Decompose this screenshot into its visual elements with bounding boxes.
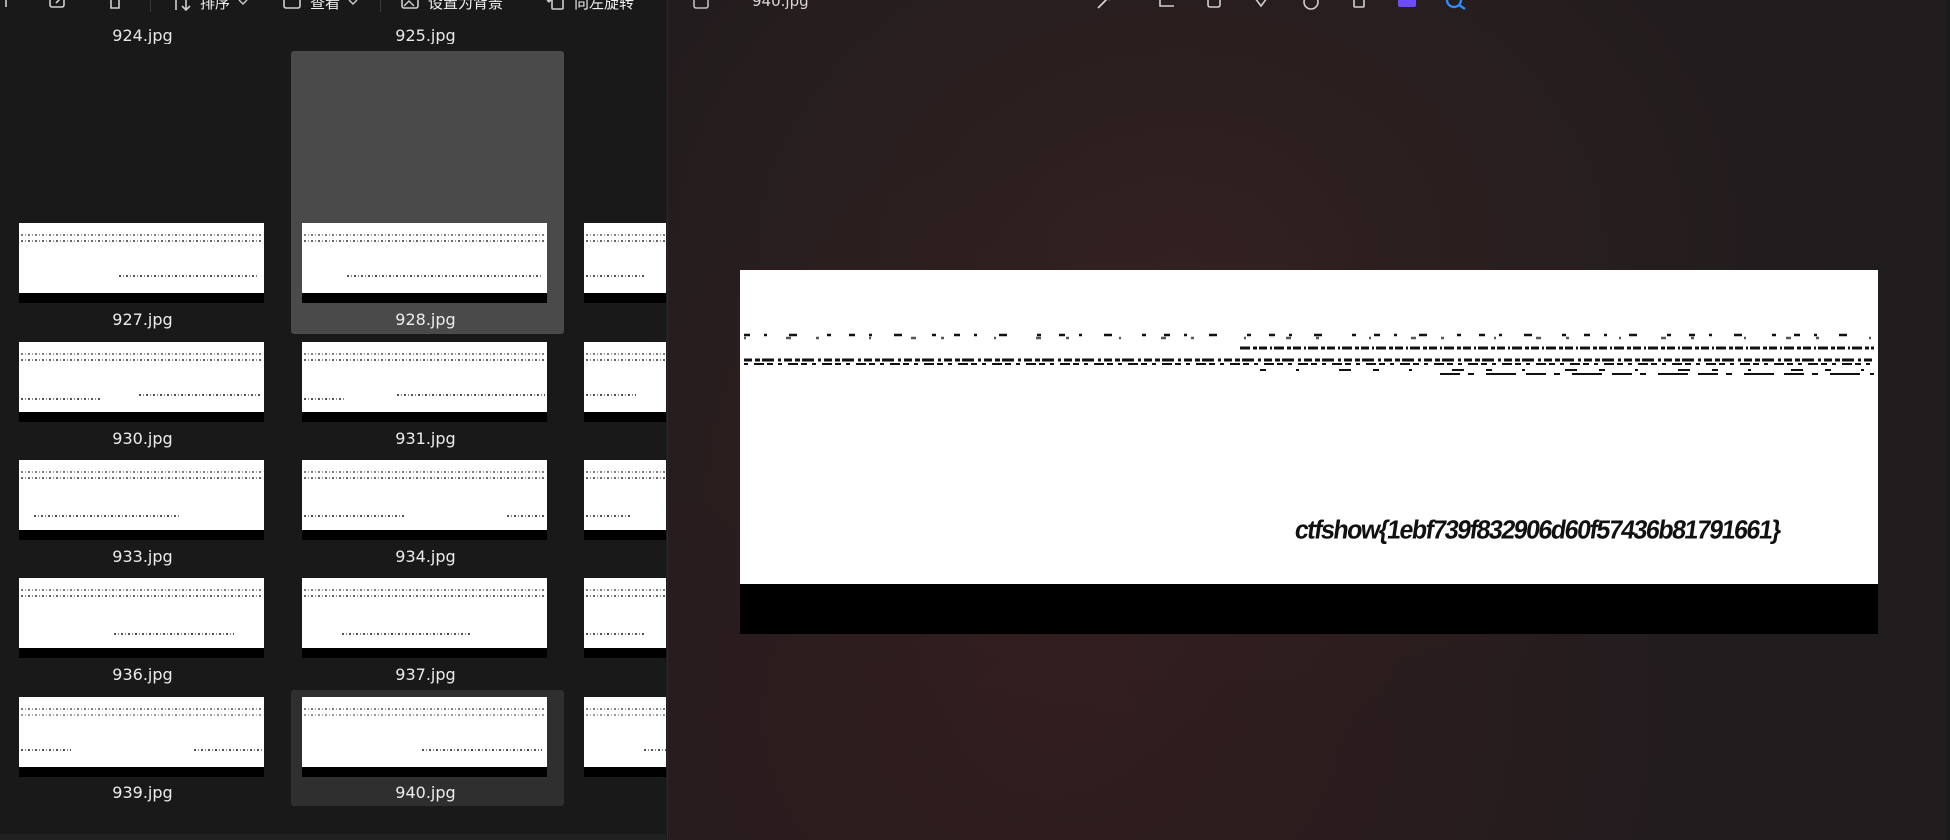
thumbnail-partial[interactable] <box>584 460 666 540</box>
thumbnail-936[interactable] <box>19 578 264 658</box>
file-name-936[interactable]: 936.jpg <box>20 665 265 684</box>
rotate-left-button[interactable]: 向左旋转 <box>546 0 634 13</box>
thumbnail-939[interactable] <box>19 697 264 777</box>
thumbnail-928[interactable] <box>302 223 547 303</box>
thumbnail-partial[interactable] <box>584 578 666 658</box>
file-name-934[interactable]: 934.jpg <box>303 547 548 566</box>
sort-label: 排序 <box>200 0 231 12</box>
thumbnail-937[interactable] <box>302 578 547 658</box>
view-label: 查看 <box>310 0 341 12</box>
thumbnail-partial[interactable] <box>584 342 666 422</box>
rotate-left-icon <box>546 0 564 10</box>
view-button[interactable]: 查看 <box>282 0 358 13</box>
delete-icon[interactable] <box>106 0 124 13</box>
view-icon <box>283 0 301 9</box>
thumbnail-931[interactable] <box>302 342 547 422</box>
viewer-title: 940.jpg <box>752 0 809 10</box>
thumbnail-933[interactable] <box>19 460 264 540</box>
delete-photo-icon[interactable] <box>1350 0 1368 14</box>
file-name-925[interactable]: 925.jpg <box>303 26 548 44</box>
file-name-931[interactable]: 931.jpg <box>303 429 548 448</box>
copy-path-icon[interactable] <box>0 0 10 13</box>
file-name-940[interactable]: 940.jpg <box>303 783 548 802</box>
thumbnail-partial[interactable] <box>584 223 666 303</box>
file-name-937[interactable]: 937.jpg <box>303 665 548 684</box>
file-name-927[interactable]: 927.jpg <box>20 310 265 329</box>
set-background-label: 设置为背景 <box>428 0 504 12</box>
file-explorer: 924.jpg 925.jpg 927.jpg 928.jpg 930.jpg <box>0 0 666 840</box>
rotate-left-label: 向左旋转 <box>574 0 635 12</box>
share-icon[interactable] <box>48 0 68 13</box>
favorite-icon[interactable] <box>1252 0 1270 14</box>
file-name-924[interactable]: 924.jpg <box>20 26 265 44</box>
thumbnail-934[interactable] <box>302 460 547 540</box>
file-name-930[interactable]: 930.jpg <box>20 429 265 448</box>
thumbnail-927[interactable] <box>19 223 264 303</box>
viewer-toolbar: 940.jpg <box>668 0 1950 14</box>
chevron-down-icon <box>348 0 358 5</box>
thumbnail-930[interactable] <box>19 342 264 422</box>
file-name-928[interactable]: 928.jpg <box>303 310 548 329</box>
hidden-flag-text: ctfshow{1ebf739f832906d60f57436b81791661… <box>1293 515 1782 545</box>
edit-icon[interactable] <box>1094 0 1114 14</box>
file-name-939[interactable]: 939.jpg <box>20 783 265 802</box>
photo-viewer: 940.jpg ctfshow{1ebf739f832906d60f57436b… <box>667 0 1950 840</box>
rotate-icon[interactable] <box>1205 0 1223 14</box>
info-icon[interactable] <box>1301 0 1321 14</box>
explorer-toolbar: 排序 查看 设置为背景 向左旋转 <box>0 0 666 14</box>
photo-canvas: ctfshow{1ebf739f832906d60f57436b81791661… <box>740 270 1878 584</box>
file-name-933[interactable]: 933.jpg <box>20 547 265 566</box>
visual-search-icon[interactable] <box>1444 0 1468 14</box>
thumbnail-940[interactable] <box>302 697 547 777</box>
sort-button[interactable]: 排序 <box>170 0 248 13</box>
thumbnail-grid: 924.jpg 925.jpg 927.jpg 928.jpg 930.jpg <box>0 0 666 840</box>
thumbnail-partial[interactable] <box>584 697 666 777</box>
chevron-down-icon <box>238 0 248 5</box>
horizontal-scrollbar[interactable] <box>0 834 666 840</box>
wallpaper-icon <box>401 0 419 9</box>
displayed-photo[interactable]: ctfshow{1ebf739f832906d60f57436b81791661… <box>740 270 1878 634</box>
crop-icon[interactable] <box>1156 0 1176 14</box>
set-background-button[interactable]: 设置为背景 <box>400 0 503 13</box>
gallery-icon[interactable] <box>692 0 714 14</box>
designer-app-icon[interactable] <box>1396 0 1418 14</box>
sort-icon <box>175 0 191 12</box>
